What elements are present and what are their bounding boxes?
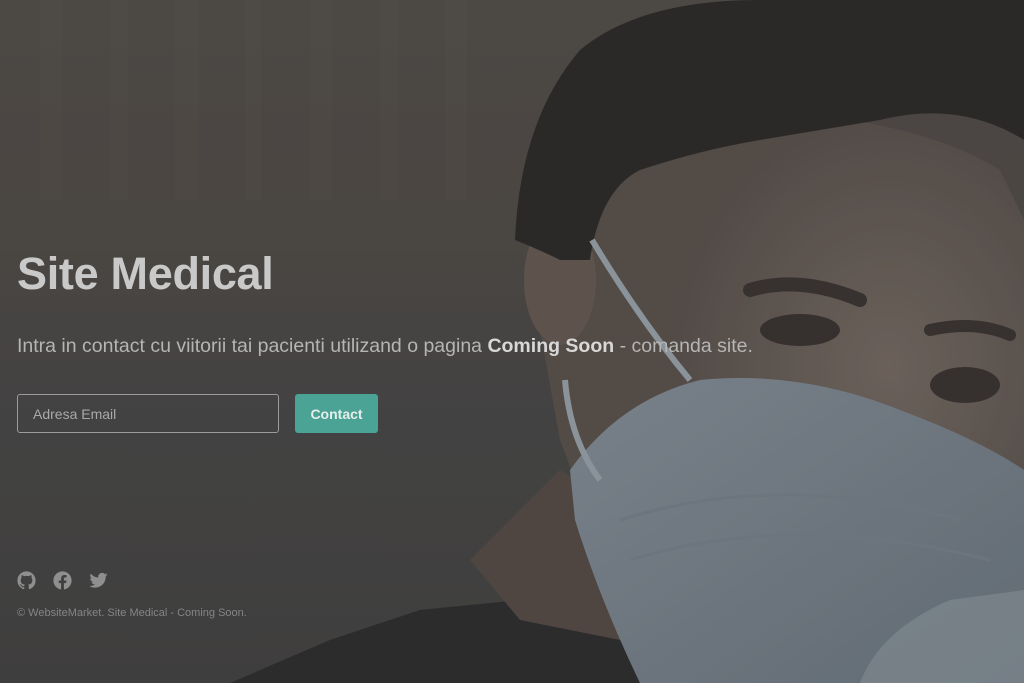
email-input[interactable] bbox=[17, 394, 279, 433]
twitter-icon bbox=[89, 572, 108, 588]
github-link[interactable] bbox=[17, 571, 36, 590]
github-icon bbox=[17, 571, 36, 590]
twitter-link[interactable] bbox=[89, 571, 108, 590]
social-links bbox=[17, 571, 108, 590]
hero-content: Site Medical Intra in contact cu viitori… bbox=[17, 0, 777, 683]
page-title: Site Medical bbox=[17, 248, 274, 299]
facebook-icon bbox=[53, 571, 72, 590]
contact-button[interactable]: Contact bbox=[295, 394, 378, 433]
hero-subtitle: Intra in contact cu viitorii tai pacient… bbox=[17, 335, 753, 358]
coming-soon-page: Site Medical Intra in contact cu viitori… bbox=[0, 0, 1024, 683]
subtitle-text-after: - comanda site. bbox=[614, 335, 753, 357]
facebook-link[interactable] bbox=[53, 571, 72, 590]
copyright-text: © WebsiteMarket. Site Medical - Coming S… bbox=[17, 607, 247, 619]
subtitle-text-before: Intra in contact cu viitorii tai pacient… bbox=[17, 335, 488, 357]
subtitle-highlight: Coming Soon bbox=[487, 335, 615, 357]
